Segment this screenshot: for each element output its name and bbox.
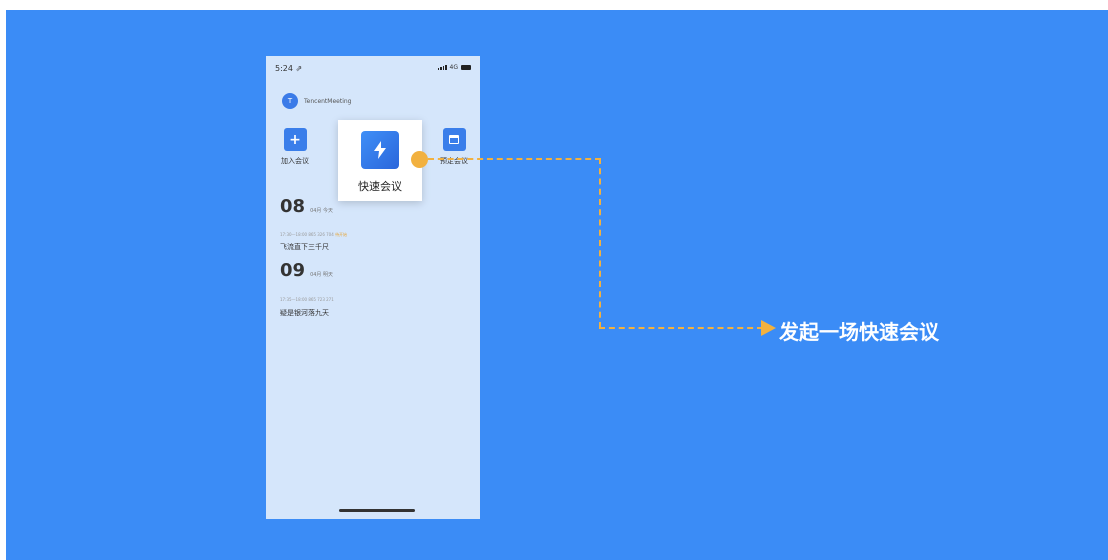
meeting-meta: 17:30—18:00 865 326 704 待开始 — [280, 232, 347, 238]
meeting-meta: 17:35—18:00 865 723 271 — [280, 297, 334, 302]
home-indicator[interactable] — [339, 509, 415, 512]
status-time: 5:24 ⇗ — [275, 64, 303, 73]
status-indicators: 4G — [437, 64, 471, 71]
account-name: TencentMeeting — [304, 97, 352, 105]
arrow-right-icon — [761, 320, 776, 336]
day-number: 08 — [280, 196, 306, 217]
date-header: 09 04月 明天 — [280, 260, 333, 281]
signal-icon — [437, 65, 447, 70]
plus-icon: + — [283, 128, 307, 151]
join-meeting-label: 加入会议 — [281, 157, 309, 165]
callout-marker-dot — [411, 151, 428, 168]
presentation-background — [6, 10, 1108, 560]
lightning-icon — [361, 131, 399, 169]
callout-connector-line — [599, 158, 601, 328]
day-subtitle: 04月 今天 — [310, 208, 334, 214]
network-type: 4G — [449, 64, 458, 71]
join-meeting-button[interactable]: + 加入会议 — [278, 128, 312, 166]
calendar-icon — [442, 128, 466, 151]
quick-meeting-button[interactable]: 快速会议 — [338, 120, 422, 201]
battery-icon — [461, 65, 471, 70]
day-subtitle: 04月 明天 — [310, 272, 334, 278]
day-number: 09 — [280, 260, 306, 281]
callout-connector-line — [599, 327, 763, 329]
account-header[interactable]: T TencentMeeting — [282, 93, 351, 109]
meeting-time-id: 17:35—18:00 865 723 271 — [280, 297, 334, 302]
callout-connector-line — [428, 158, 601, 160]
meeting-title[interactable]: 疑是银河落九天 — [280, 308, 329, 318]
date-header: 08 04月 今天 — [280, 196, 333, 217]
meeting-title[interactable]: 飞流直下三千尺 — [280, 242, 329, 252]
avatar[interactable]: T — [282, 93, 298, 109]
callout-caption: 发起一场快速会议 — [779, 320, 939, 344]
meeting-time-id: 17:30—18:00 865 326 704 — [280, 232, 334, 237]
quick-meeting-label: 快速会议 — [358, 180, 402, 193]
schedule-meeting-button[interactable]: 预定会议 — [436, 128, 472, 166]
status-badge: 待开始 — [335, 232, 348, 237]
